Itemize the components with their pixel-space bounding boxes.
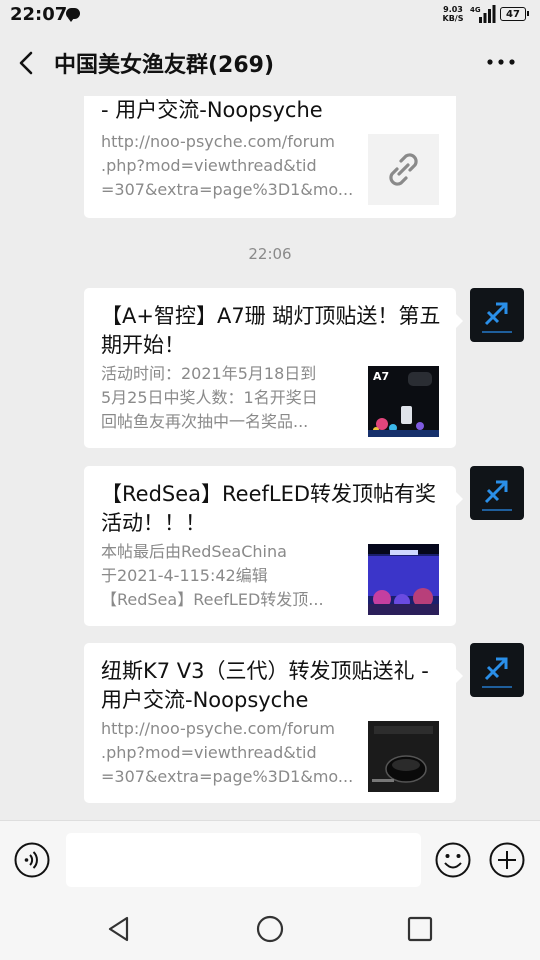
link-card-desc-line: 【RedSea】ReefLED转发顶... xyxy=(101,590,324,609)
link-card-title: - 用户交流-Noopsyche xyxy=(101,98,323,122)
network-speed-unit: KB/S xyxy=(442,14,464,23)
link-card-description: 本帖最后由RedSeaChina 于2021-4-115:42编辑 【RedSe… xyxy=(101,540,356,612)
k7-product-thumbnail xyxy=(368,721,439,792)
aquarium-image xyxy=(368,544,439,615)
triangle-back-icon[interactable] xyxy=(105,914,135,944)
link-card-title: 纽斯K7 V3（三代）转发顶贴送礼 - 用户交流-Noopsyche xyxy=(101,659,429,712)
link-card-desc-line: http://noo-psyche.com/forum xyxy=(101,132,335,151)
message-timestamp: 22:06 xyxy=(248,245,292,263)
chat-title: 中国美女渔友群(269) xyxy=(54,53,275,78)
link-card-title: 【RedSea】ReefLED转发顶帖有奖活动！！！ xyxy=(101,482,437,535)
a7-product-image: A7 xyxy=(368,370,439,437)
link-card-description: http://noo-psyche.com/forum .php?mod=vie… xyxy=(101,130,356,202)
k7-product-image xyxy=(368,721,439,792)
link-card-message[interactable]: - 用户交流-Noopsyche http://noo-psyche.com/f… xyxy=(84,96,456,218)
link-thumbnail xyxy=(368,134,439,205)
network-speed: 9.03 KB/S xyxy=(441,5,465,23)
aquarium-thumbnail xyxy=(368,544,439,615)
link-card-title: 【A+智控】A7珊 瑚灯顶贴送！第五期开始！ xyxy=(101,304,441,357)
link-icon xyxy=(389,153,418,186)
a7-thumb-label: A7 xyxy=(373,370,389,383)
link-card-desc-line: =307&extra=page%3D1&mo... xyxy=(101,767,354,786)
signal-icon: 4G xyxy=(470,5,496,23)
battery-level: 47 xyxy=(506,9,520,20)
system-nav-bar xyxy=(0,900,540,960)
link-card-desc-line: 5月25日中奖人数：1名开奖日 xyxy=(101,388,318,407)
sender-avatar[interactable] xyxy=(470,643,524,697)
link-card-description: http://noo-psyche.com/forum .php?mod=vie… xyxy=(101,717,356,789)
sender-avatar[interactable] xyxy=(470,288,524,342)
bubble-tail xyxy=(456,314,463,328)
link-card-desc-line: http://noo-psyche.com/forum xyxy=(101,719,335,738)
plus-icon[interactable] xyxy=(489,842,525,878)
back-arrow-icon[interactable] xyxy=(14,48,40,78)
link-card-desc-line: .php?mod=viewthread&tid xyxy=(101,743,317,762)
chat-message-list[interactable]: - 用户交流-Noopsyche http://noo-psyche.com/f… xyxy=(0,96,540,820)
sagittarius-logo-icon xyxy=(482,657,512,688)
link-card-desc-line: 于2021-4-115:42编辑 xyxy=(101,566,268,585)
link-card-desc-line: 回帖鱼友再次抽中一名奖品... xyxy=(101,412,309,431)
link-card-desc-line: 活动时间：2021年5月18日到 xyxy=(101,364,317,383)
network-speed-value: 9.03 xyxy=(443,5,463,14)
link-card-message[interactable]: 纽斯K7 V3（三代）转发顶贴送礼 - 用户交流-Noopsyche http:… xyxy=(84,643,463,803)
link-card-desc-line: .php?mod=viewthread&tid xyxy=(101,156,317,175)
square-recents-icon[interactable] xyxy=(405,914,435,944)
message-input-bar xyxy=(0,820,540,900)
chat-notification-icon xyxy=(66,8,80,22)
a7-product-thumbnail: A7 xyxy=(368,366,439,437)
bubble-tail xyxy=(456,669,463,683)
chat-header: 中国美女渔友群(269) xyxy=(0,30,540,96)
link-card-message[interactable]: 【RedSea】ReefLED转发顶帖有奖活动！！！ 本帖最后由RedSeaCh… xyxy=(84,466,463,626)
more-options-icon[interactable] xyxy=(485,56,517,68)
status-time: 22:07 xyxy=(10,4,68,25)
status-bar: 22:07 9.03 KB/S 4G 47 xyxy=(0,0,540,30)
link-card-description: 活动时间：2021年5月18日到 5月25日中奖人数：1名开奖日 回帖鱼友再次抽… xyxy=(101,362,356,434)
message-input[interactable] xyxy=(66,833,421,887)
link-card-desc-line: 本帖最后由RedSeaChina xyxy=(101,542,287,561)
sender-avatar[interactable] xyxy=(470,466,524,520)
battery-icon: 47 xyxy=(500,7,529,21)
link-card-desc-line: =307&extra=page%3D1&mo... xyxy=(101,180,354,199)
circle-home-icon[interactable] xyxy=(255,914,285,944)
link-card-message[interactable]: 【A+智控】A7珊 瑚灯顶贴送！第五期开始！ 活动时间：2021年5月18日到 … xyxy=(84,288,463,448)
sagittarius-logo-icon xyxy=(482,480,512,511)
emoji-icon[interactable] xyxy=(435,842,471,878)
network-type-label: 4G xyxy=(470,6,481,14)
voice-icon[interactable] xyxy=(14,842,50,878)
sagittarius-logo-icon xyxy=(482,302,512,333)
bubble-tail xyxy=(456,492,463,506)
